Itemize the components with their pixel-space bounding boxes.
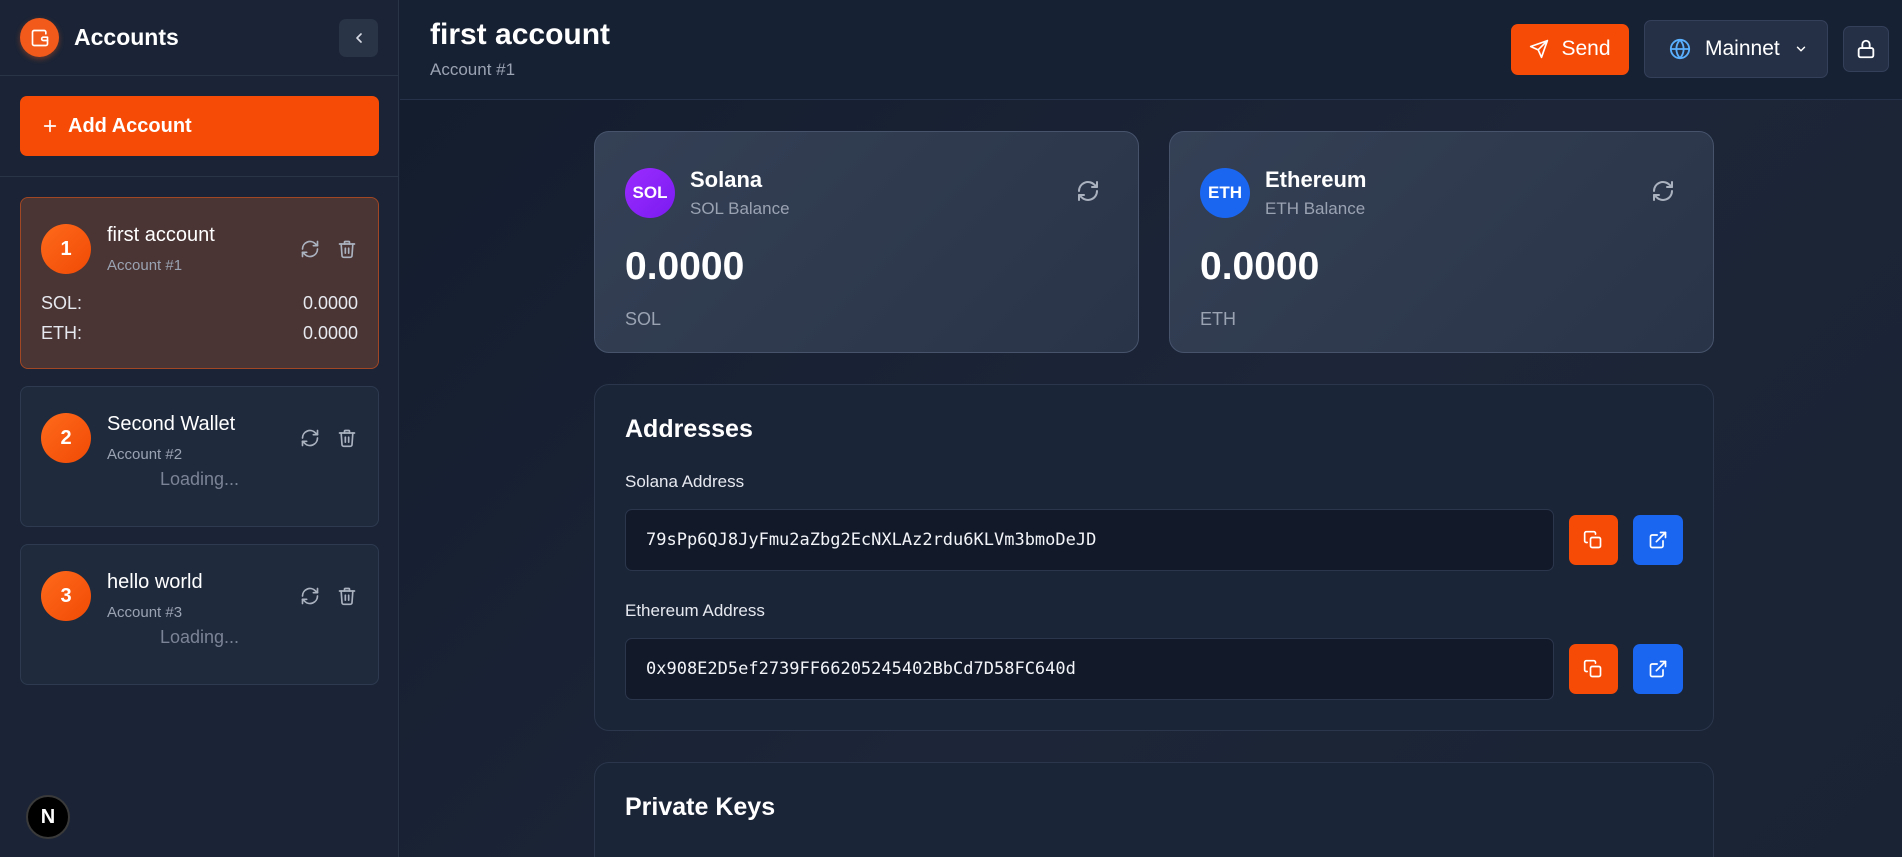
balance-value: 0.0000	[302, 292, 358, 313]
copy-icon	[1584, 659, 1602, 678]
refresh-icon[interactable]	[1651, 179, 1675, 203]
sidebar: Accounts Add Account 1 first account Acc…	[0, 0, 399, 857]
chevron-down-icon	[1796, 46, 1805, 52]
open-ethereum-explorer-button[interactable]	[1633, 644, 1683, 694]
refresh-icon[interactable]	[1076, 179, 1100, 203]
loading-text: Loading...	[159, 469, 240, 489]
sidebar-title: Accounts	[74, 24, 179, 50]
top-bar: first account Account #1 Send Mainnet	[400, 0, 1902, 100]
sol-balance-card: SOL Solana SOL Balance 0.0000 SOL	[594, 131, 1139, 353]
solana-address-field[interactable]: 79sPp6QJ8JyFmu2aZbg2EcNXLAz2rdu6KLVm3bmo…	[625, 509, 1554, 571]
eth-balance-card: ETH Ethereum ETH Balance 0.0000 ETH	[1169, 131, 1714, 353]
account-card-2[interactable]: 2 Second Wallet Account #2 Loading...	[20, 386, 379, 527]
trash-icon[interactable]	[336, 585, 358, 607]
wallet-content: SOL Solana SOL Balance 0.0000 SOL ETH Et…	[594, 131, 1714, 857]
coin-name: Solana	[690, 167, 763, 192]
account-name: hello world	[107, 571, 203, 593]
coin-subtitle: ETH Balance	[1265, 199, 1366, 218]
globe-icon	[1669, 38, 1691, 60]
account-card-1[interactable]: 1 first account Account #1 SOL: 0.0000 E…	[20, 197, 379, 369]
lock-button[interactable]	[1843, 26, 1889, 72]
account-number-badge: 2	[41, 413, 91, 463]
account-name: first account	[107, 224, 215, 246]
account-number-badge: 1	[41, 224, 91, 274]
coin-name: Ethereum	[1265, 167, 1367, 192]
sidebar-header: Accounts	[0, 0, 398, 76]
copy-icon	[1584, 530, 1602, 549]
trash-icon[interactable]	[336, 427, 358, 449]
external-link-icon	[1649, 531, 1667, 549]
page-title: first account	[430, 18, 611, 51]
balance-unit: SOL	[625, 309, 662, 329]
send-button[interactable]: Send	[1511, 23, 1629, 75]
account-subtitle: Account #2	[107, 446, 183, 463]
account-subtitle: Account #3	[107, 604, 183, 621]
collapse-sidebar-button[interactable]	[339, 18, 378, 57]
solana-address-label: Solana Address	[625, 472, 745, 491]
balance-cards: SOL Solana SOL Balance 0.0000 SOL ETH Et…	[594, 131, 1714, 353]
send-label: Send	[1561, 37, 1611, 60]
network-label: Mainnet	[1705, 37, 1780, 60]
loading-text: Loading...	[159, 627, 240, 647]
ethereum-address-label: Ethereum Address	[625, 601, 765, 620]
copy-solana-address-button[interactable]	[1568, 515, 1619, 565]
chevron-left-icon	[355, 32, 362, 43]
main-content: first account Account #1 Send Mainnet SO	[400, 0, 1902, 857]
balance-unit: ETH	[1200, 309, 1236, 329]
sol-token-icon: SOL	[625, 168, 675, 218]
account-number-badge: 3	[41, 571, 91, 621]
addresses-panel: Addresses Solana Address 79sPp6QJ8JyFmu2…	[594, 384, 1714, 731]
eth-token-icon: ETH	[1200, 168, 1250, 218]
add-account-label: Add Account	[68, 114, 192, 137]
balance-label: SOL:	[41, 292, 83, 313]
open-solana-explorer-button[interactable]	[1633, 515, 1683, 565]
balance-amount: 0.0000	[625, 245, 745, 288]
private-keys-panel: Private Keys	[594, 762, 1714, 857]
balance-label: ETH:	[41, 322, 83, 343]
refresh-icon[interactable]	[299, 238, 321, 260]
account-card-3[interactable]: 3 hello world Account #3 Loading...	[20, 544, 379, 685]
page-subtitle: Account #1	[430, 60, 516, 79]
account-name: Second Wallet	[107, 413, 236, 435]
balance-amount: 0.0000	[1200, 245, 1320, 288]
send-icon	[1530, 39, 1549, 59]
balance-value: 0.0000	[302, 322, 358, 343]
wallet-icon	[20, 18, 59, 57]
refresh-icon[interactable]	[299, 427, 321, 449]
plus-icon	[43, 119, 57, 133]
network-selector[interactable]: Mainnet	[1644, 20, 1828, 78]
lock-icon	[1857, 39, 1875, 59]
external-link-icon	[1649, 660, 1667, 678]
dev-tools-badge[interactable]: N	[26, 795, 70, 839]
account-subtitle: Account #1	[107, 257, 183, 274]
refresh-icon[interactable]	[299, 585, 321, 607]
account-list: 1 first account Account #1 SOL: 0.0000 E…	[20, 197, 379, 702]
copy-ethereum-address-button[interactable]	[1568, 644, 1619, 694]
add-account-button[interactable]: Add Account	[20, 96, 379, 156]
trash-icon[interactable]	[336, 238, 358, 260]
addresses-title: Addresses	[625, 415, 753, 443]
ethereum-address-field[interactable]: 0x908E2D5ef2739FF66205245402BbCd7D58FC64…	[625, 638, 1554, 700]
coin-subtitle: SOL Balance	[690, 199, 790, 218]
private-keys-title: Private Keys	[625, 793, 776, 821]
eth-balance-row: ETH: 0.0000	[41, 318, 358, 348]
sol-balance-row: SOL: 0.0000	[41, 288, 358, 318]
add-account-section: Add Account	[0, 76, 398, 177]
